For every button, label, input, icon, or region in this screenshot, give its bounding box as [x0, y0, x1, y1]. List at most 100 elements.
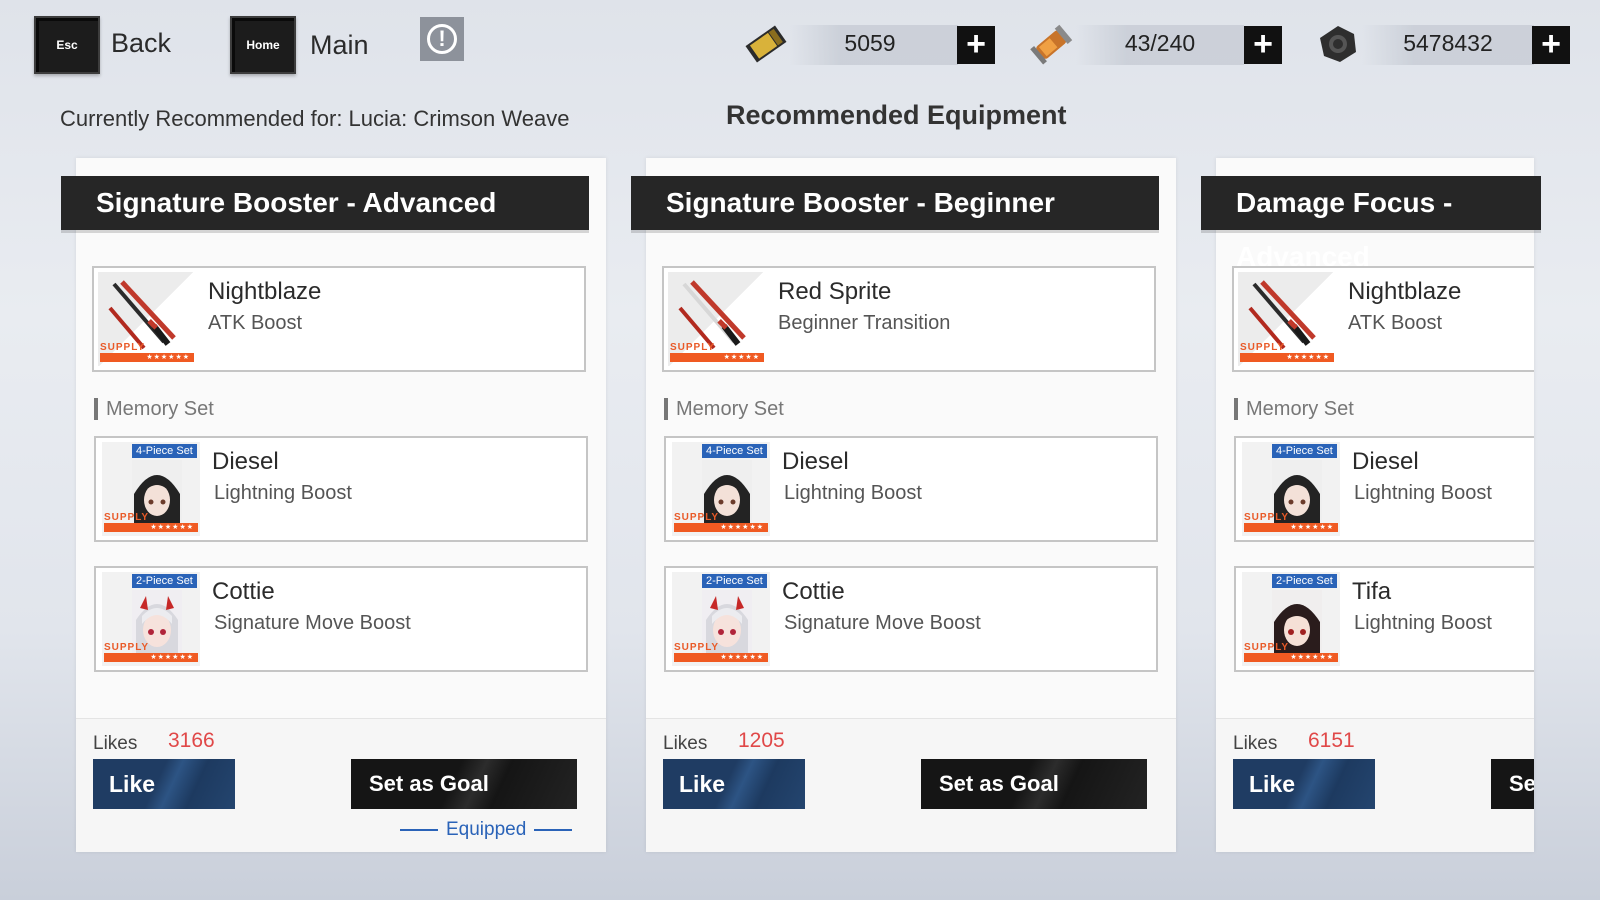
- memory-thumbnail: 4-Piece Set SUPPLY ★★★★★★: [102, 442, 200, 536]
- resource-value: 43/240: [1124, 30, 1196, 56]
- supply-label: SUPPLY: [1244, 512, 1290, 523]
- weapon-thumbnail: SUPPLY ★★★★★★: [1238, 272, 1334, 366]
- weapon-name: Nightblaze: [1348, 278, 1462, 305]
- likes-label: Likes: [1233, 733, 1278, 754]
- set-as-goal-button[interactable]: Set as Goal: [351, 759, 577, 809]
- card-footer: Likes 3166 Like Set as Goal Equipped: [76, 718, 606, 852]
- home-key-button[interactable]: Home: [230, 16, 296, 74]
- memory-effect: Signature Move Boost: [784, 612, 981, 634]
- likes-label: Likes: [663, 733, 708, 754]
- gold-ticket-icon: [745, 25, 787, 63]
- build-card: Signature Booster - Advanced SUPPLY ★★★★…: [61, 158, 606, 852]
- memory-thumbnail: 2-Piece Set SUPPLY ★★★★★★: [1242, 572, 1340, 666]
- set-tag: 2-Piece Set: [702, 574, 767, 588]
- memory-thumbnail: 4-Piece Set SUPPLY ★★★★★★: [1242, 442, 1340, 536]
- info-icon: !: [427, 24, 457, 54]
- weapon-name: Nightblaze: [208, 278, 322, 305]
- cog-coin-icon: [1320, 26, 1356, 62]
- memory-set-label: Memory Set: [94, 398, 214, 420]
- resource-value: 5478432: [1403, 30, 1493, 56]
- weapon-name: Red Sprite: [778, 278, 892, 305]
- rarity-stars: ★★★★★★: [1244, 653, 1338, 662]
- like-button[interactable]: Like: [663, 759, 805, 809]
- like-button[interactable]: Like: [1233, 759, 1375, 809]
- memory-slot[interactable]: 2-Piece Set SUPPLY ★★★★★★ Cottie Signatu…: [94, 566, 588, 672]
- likes-count: 3166: [168, 729, 215, 752]
- add-resource-button[interactable]: +: [957, 26, 995, 64]
- memory-name: Tifa: [1352, 578, 1392, 605]
- esc-key-button[interactable]: Esc: [34, 16, 100, 74]
- memory-name: Cottie: [782, 578, 845, 605]
- memory-effect: Signature Move Boost: [214, 612, 411, 634]
- memory-set-label: Memory Set: [1234, 398, 1354, 420]
- weapon-thumbnail: SUPPLY ★★★★★★: [98, 272, 194, 366]
- recommended-for-text: Currently Recommended for: Lucia: Crimso…: [60, 106, 570, 131]
- memory-name: Diesel: [212, 448, 279, 475]
- supply-label: SUPPLY: [670, 342, 716, 353]
- supply-label: SUPPLY: [100, 342, 146, 353]
- memory-effect: Lightning Boost: [784, 482, 922, 504]
- rarity-stars: ★★★★★★: [100, 353, 194, 362]
- main-button[interactable]: Main: [310, 30, 369, 61]
- supply-label: SUPPLY: [1240, 342, 1286, 353]
- set-tag: 2-Piece Set: [132, 574, 197, 588]
- resource-value: 5059: [844, 30, 896, 56]
- set-as-goal-button[interactable]: Set as Goal: [1491, 759, 1534, 809]
- set-tag: 4-Piece Set: [132, 444, 197, 458]
- memory-slot[interactable]: 2-Piece Set SUPPLY ★★★★★★ Tifa Lightning…: [1234, 566, 1534, 672]
- memory-set-label: Memory Set: [664, 398, 784, 420]
- memory-name: Diesel: [1352, 448, 1419, 475]
- add-resource-button[interactable]: +: [1244, 26, 1282, 64]
- rarity-stars: ★★★★★★: [1240, 353, 1334, 362]
- supply-label: SUPPLY: [674, 642, 720, 653]
- supply-label: SUPPLY: [674, 512, 720, 523]
- card-footer: Likes 1205 Like Set as Goal: [646, 718, 1176, 852]
- weapon-effect: ATK Boost: [1348, 312, 1443, 334]
- memory-thumbnail: 4-Piece Set SUPPLY ★★★★★★: [672, 442, 770, 536]
- info-button[interactable]: !: [420, 17, 464, 61]
- likes-label: Likes: [93, 733, 138, 754]
- likes-count: 6151: [1308, 729, 1355, 752]
- equipped-indicator: Equipped: [392, 819, 580, 841]
- set-tag: 4-Piece Set: [702, 444, 767, 458]
- weapon-slot[interactable]: SUPPLY ★★★★★★ Nightblaze ATK Boost: [1232, 266, 1534, 372]
- memory-slot[interactable]: 4-Piece Set SUPPLY ★★★★★★ Diesel Lightni…: [1234, 436, 1534, 542]
- rarity-stars: ★★★★★★: [104, 523, 198, 532]
- weapon-slot[interactable]: SUPPLY ★★★★★ Red Sprite Beginner Transit…: [662, 266, 1156, 372]
- memory-thumbnail: 2-Piece Set SUPPLY ★★★★★★: [102, 572, 200, 666]
- equipped-label: Equipped: [446, 819, 527, 840]
- rarity-stars: ★★★★★: [670, 353, 764, 362]
- memory-thumbnail: 2-Piece Set SUPPLY ★★★★★★: [672, 572, 770, 666]
- page-title: Recommended Equipment: [726, 100, 1067, 130]
- set-as-goal-button[interactable]: Set as Goal: [921, 759, 1147, 809]
- rarity-stars: ★★★★★★: [1244, 523, 1338, 532]
- weapon-effect: Beginner Transition: [778, 312, 951, 334]
- memory-name: Cottie: [212, 578, 275, 605]
- rarity-stars: ★★★★★★: [674, 523, 768, 532]
- back-button[interactable]: Back: [111, 28, 171, 59]
- supply-label: SUPPLY: [104, 512, 150, 523]
- rarity-stars: ★★★★★★: [104, 653, 198, 662]
- weapon-thumbnail: SUPPLY ★★★★★: [668, 272, 764, 366]
- serum-canister-icon: [1030, 24, 1073, 65]
- add-resource-button[interactable]: +: [1532, 26, 1570, 64]
- rarity-stars: ★★★★★★: [674, 653, 768, 662]
- set-tag: 2-Piece Set: [1272, 574, 1337, 588]
- set-tag: 4-Piece Set: [1272, 444, 1337, 458]
- memory-effect: Lightning Boost: [214, 482, 352, 504]
- supply-label: SUPPLY: [104, 642, 150, 653]
- memory-slot[interactable]: 2-Piece Set SUPPLY ★★★★★★ Cottie Signatu…: [664, 566, 1158, 672]
- memory-slot[interactable]: 4-Piece Set SUPPLY ★★★★★★ Diesel Lightni…: [664, 436, 1158, 542]
- memory-slot[interactable]: 4-Piece Set SUPPLY ★★★★★★ Diesel Lightni…: [94, 436, 588, 542]
- memory-effect: Lightning Boost: [1354, 482, 1492, 504]
- weapon-effect: ATK Boost: [208, 312, 303, 334]
- supply-label: SUPPLY: [1244, 642, 1290, 653]
- likes-count: 1205: [738, 729, 785, 752]
- build-card: Signature Booster - Beginner SUPPLY ★★★★…: [631, 158, 1176, 852]
- memory-name: Diesel: [782, 448, 849, 475]
- like-button[interactable]: Like: [93, 759, 235, 809]
- card-footer: Likes 6151 Like Set as Goal: [1216, 718, 1534, 852]
- build-card: Damage Focus - Advanced SUPPLY ★★★★★★ Ni…: [1201, 158, 1541, 852]
- memory-effect: Lightning Boost: [1354, 612, 1492, 634]
- weapon-slot[interactable]: SUPPLY ★★★★★★ Nightblaze ATK Boost: [92, 266, 586, 372]
